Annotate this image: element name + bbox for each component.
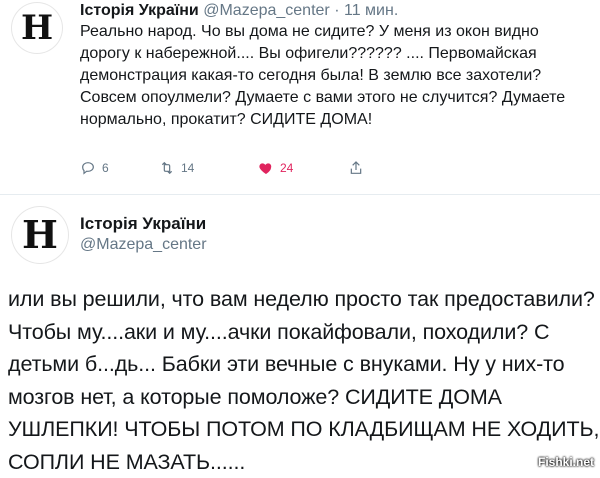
avatar[interactable]: Н [12, 3, 62, 53]
tweet-1: Н Історія України @Mazepa_center · 11 ми… [0, 0, 600, 196]
reply-button[interactable]: 6 [80, 160, 109, 176]
watermark: Fishki.net [537, 455, 594, 469]
share-button[interactable] [348, 160, 364, 176]
separator-dot: · [334, 2, 340, 19]
tweet-actions: 6 14 24 [80, 160, 380, 180]
retweet-count: 14 [181, 161, 195, 175]
avatar[interactable]: Н [12, 207, 68, 263]
tweet-text: Реально народ. Чо вы дома не сидите? У м… [80, 23, 566, 128]
retweet-button[interactable]: 14 [159, 160, 194, 176]
author-handle[interactable]: @Mazepa_center [203, 2, 330, 19]
like-button[interactable]: 24 [258, 160, 293, 176]
avatar-letter: Н [22, 212, 58, 257]
like-count: 24 [280, 161, 294, 175]
avatar-letter: Н [20, 8, 54, 48]
retweet-icon [161, 161, 173, 175]
reply-icon [82, 162, 94, 175]
author-handle[interactable]: @Mazepa_center [80, 236, 207, 254]
author-name[interactable]: Історія України [80, 214, 206, 234]
tweet-time[interactable]: 11 мин. [344, 2, 398, 19]
heart-icon [259, 163, 272, 174]
tweet-header: Історія України @Mazepa_center · 11 мин. [80, 2, 398, 20]
tweet-text: или вы решили, что вам неделю просто так… [8, 287, 600, 474]
reply-count: 6 [102, 161, 109, 175]
author-name[interactable]: Історія України [80, 2, 199, 19]
share-icon [350, 161, 362, 174]
divider [0, 194, 600, 195]
